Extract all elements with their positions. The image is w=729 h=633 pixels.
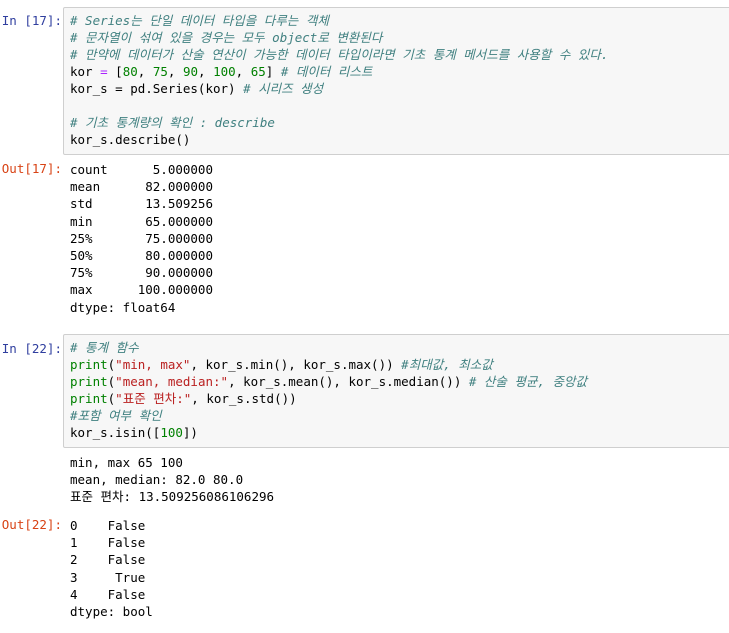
input-prompt-22: In [22]: xyxy=(1,341,62,356)
code-line: kor_s = pd.Series(kor) # 시리즈 생성 xyxy=(70,80,724,97)
code-number: 80 xyxy=(122,64,138,79)
stdout-line: 표준 편차: 13.509256086106296 xyxy=(70,489,275,505)
code-line: # 통계 함수 xyxy=(70,339,724,356)
output-line: 1 False xyxy=(70,535,146,551)
code-line: print("표준 편차:", kor_s.std()) xyxy=(70,391,297,406)
output-line: 2 False xyxy=(70,552,146,568)
code-text: kor_s.describe() xyxy=(70,132,191,147)
code-cell-22[interactable]: # 통계 함수 print("min, max", kor_s.min(), k… xyxy=(63,334,729,448)
output-line: 4 False xyxy=(70,586,146,602)
code-comment: #최대값, 최소값 xyxy=(393,357,493,372)
code-line: print("mean, median:", kor_s.mean(), kor… xyxy=(70,374,588,389)
code-number: 65 xyxy=(250,64,266,79)
code-number: 100 xyxy=(213,64,236,79)
code-text: , kor_s.mean(), kor_s.median()) xyxy=(228,374,462,389)
code-line: kor_s.isin([100]) xyxy=(70,424,724,441)
code-line: kor = [80, 75, 90, 100, 65] # 데이터 리스트 xyxy=(70,64,373,79)
code-line: kor_s.describe() xyxy=(70,131,724,148)
code-comment: # 만약에 데이터가 산술 연산이 가능한 데이터 타입이라면 기초 통계 메서… xyxy=(70,47,609,62)
code-comment: # 산술 평균, 중앙값 xyxy=(461,374,588,389)
output-line: max 100.000000 xyxy=(70,282,213,298)
code-string: "표준 편차:" xyxy=(115,391,192,406)
output-line: std 13.509256 xyxy=(70,196,213,212)
code-builtin: print xyxy=(70,374,108,389)
code-line: # 만약에 데이터가 산술 연산이 가능한 데이터 타입이라면 기초 통계 메서… xyxy=(70,46,724,63)
output-line: 0 False xyxy=(70,518,146,533)
code-comment: #포함 여부 확인 xyxy=(70,408,162,423)
output-area-22: 0 False 1 False 2 False 3 True 4 False d… xyxy=(70,517,153,620)
code-builtin: print xyxy=(70,391,108,406)
code-string: "mean, median:" xyxy=(115,374,229,389)
code-text: , kor_s.std()) xyxy=(191,391,297,406)
code-line: print("min, max", kor_s.min(), kor_s.max… xyxy=(70,357,493,372)
code-text: kor_s.isin([ xyxy=(70,425,161,440)
code-line: # 문자열이 섞여 있을 경우는 모두 object로 변환된다 xyxy=(70,29,724,46)
code-comment: # 통계 함수 xyxy=(70,340,139,355)
output-line: 50% 80.000000 xyxy=(70,247,213,263)
stdout-line: mean, median: 82.0 80.0 xyxy=(70,472,244,488)
code-number: 100 xyxy=(160,425,183,440)
output-line: 75% 90.000000 xyxy=(70,265,213,281)
output-line: dtype: bool xyxy=(70,603,153,619)
code-comment: # 문자열이 섞여 있을 경우는 모두 object로 변환된다 xyxy=(70,30,383,45)
code-number: 90 xyxy=(182,64,198,79)
code-comment: # 시리즈 생성 xyxy=(235,81,324,96)
output-line: min 65.000000 xyxy=(70,213,213,229)
code-text: , kor_s.min(), kor_s.max()) xyxy=(190,357,394,372)
output-line: count 5.000000 xyxy=(70,162,213,177)
output-line: 25% 75.000000 xyxy=(70,230,213,246)
code-text: kor_s = pd.Series(kor) xyxy=(70,81,236,96)
code-cell-17[interactable]: # Series는 단일 데이터 타입을 다루는 객체 # 문자열이 섞여 있을… xyxy=(63,7,729,155)
code-line: #포함 여부 확인 xyxy=(70,407,724,424)
code-line: # Series는 단일 데이터 타입을 다루는 객체 xyxy=(70,12,724,29)
code-number: 75 xyxy=(152,64,168,79)
stdout-line: min, max 65 100 xyxy=(70,455,183,470)
output-prompt-22: Out[22]: xyxy=(1,517,62,532)
output-area-17: count 5.000000 mean 82.000000 std 13.509… xyxy=(70,161,213,316)
code-comment: # 데이터 리스트 xyxy=(273,64,373,79)
code-text: [ xyxy=(115,64,123,79)
code-line: # 기초 통계량의 확인 : describe xyxy=(70,114,724,131)
output-prompt-17: Out[17]: xyxy=(1,161,62,176)
code-string: "min, max" xyxy=(115,357,191,372)
code-text: kor xyxy=(70,64,93,79)
code-builtin: print xyxy=(70,357,108,372)
code-comment: # 기초 통계량의 확인 : describe xyxy=(70,115,275,130)
input-prompt-17: In [17]: xyxy=(1,13,62,28)
stdout-area-22: min, max 65 100 mean, median: 82.0 80.0 … xyxy=(70,454,274,506)
output-line: 3 True xyxy=(70,569,146,585)
code-operator: = xyxy=(92,64,116,79)
code-comment: # Series는 단일 데이터 타입을 다루는 객체 xyxy=(70,13,329,28)
code-text: ]) xyxy=(182,425,198,440)
output-line: mean 82.000000 xyxy=(70,179,213,195)
output-line: dtype: float64 xyxy=(70,299,176,315)
